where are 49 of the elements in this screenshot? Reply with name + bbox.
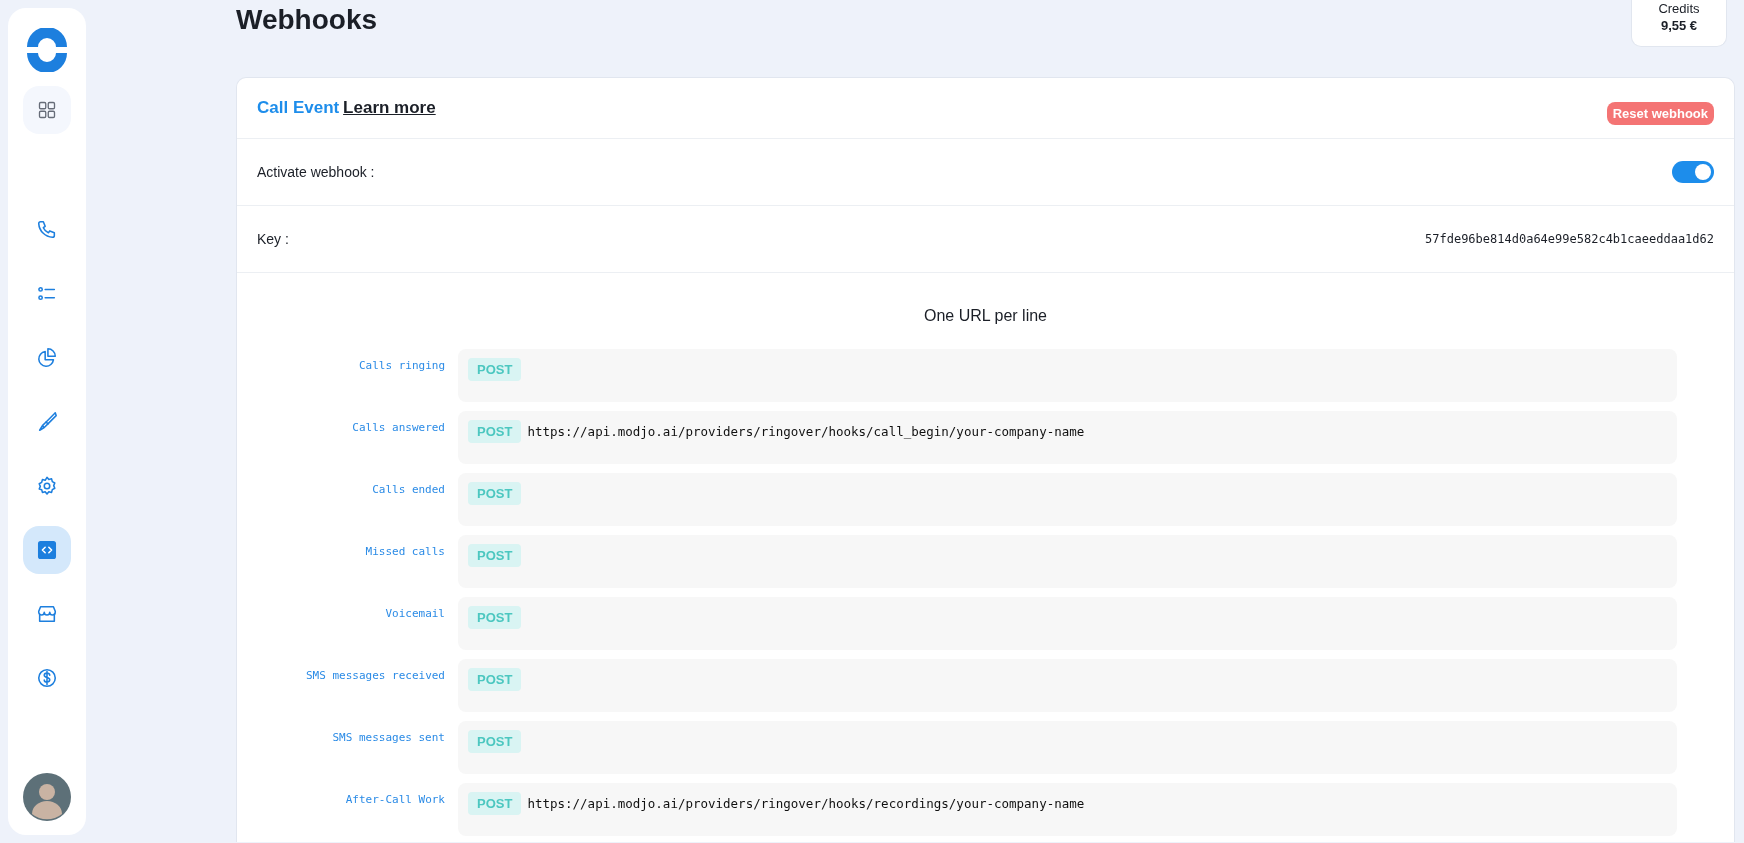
logo-icon[interactable] [25, 28, 69, 72]
url-field[interactable]: POST https://api.modjo.ai/providers/ringover/hooks/recordings/your-company-name [458, 783, 1677, 836]
event-label: SMS messages sent [331, 730, 446, 744]
grid-icon [37, 100, 57, 120]
code-icon [36, 539, 58, 561]
url-field[interactable]: POST https://api.modjo.ai/providers/ringover/hooks/call_begin/your-company-name [458, 411, 1677, 464]
dashboard-button[interactable] [23, 86, 71, 134]
url-input: https://api.modjo.ai/providers/ringover/hooks/call_begin/your-company-name [527, 420, 1667, 443]
key-value: 57fde96be814d0a64e99e582c4b1caeeddaa1d62 [1425, 232, 1714, 246]
method-tag: POST [468, 730, 522, 753]
page-title: Webhooks [236, 4, 378, 36]
avatar-icon[interactable] [23, 773, 71, 821]
sidebar-item[interactable] [23, 526, 71, 574]
phone-icon [36, 219, 58, 241]
url-field[interactable]: POST [458, 473, 1677, 526]
url-field[interactable]: POST [458, 349, 1677, 402]
store-icon [36, 603, 58, 625]
event-label: SMS messages received [304, 668, 446, 682]
url-input: https://api.modjo.ai/providers/ringover/hooks/recordings/your-company-name [527, 792, 1667, 815]
credits-label: Credits [1658, 0, 1700, 17]
method-tag: POST [468, 792, 522, 815]
credits-value: 9,55 € [1660, 17, 1698, 34]
settings-icon [36, 475, 58, 497]
url-field[interactable]: POST [458, 721, 1677, 774]
activate-toggle[interactable] [1672, 161, 1714, 183]
event-label: After-Call Work [344, 792, 446, 806]
learn-more-link[interactable]: Learn more [343, 98, 436, 117]
activate-label: Activate webhook : [257, 164, 375, 180]
dollar-icon [36, 667, 58, 689]
hint-text: One URL per line [923, 306, 1048, 326]
method-tag: POST [468, 606, 522, 629]
event-label: Calls answered [351, 420, 446, 434]
brush-icon [36, 411, 58, 433]
method-tag: POST [468, 482, 522, 505]
section-title: Call Event [257, 98, 340, 117]
method-tag: POST [468, 668, 522, 691]
method-tag: POST [468, 358, 522, 381]
event-label: Calls ended [371, 482, 446, 496]
event-label: Missed calls [364, 544, 446, 558]
url-field[interactable]: POST [458, 659, 1677, 712]
method-tag: POST [468, 544, 522, 567]
pie-chart-icon [36, 347, 58, 369]
url-field[interactable]: POST [458, 535, 1677, 588]
key-label: Key : [257, 231, 289, 247]
event-label: Voicemail [384, 606, 446, 620]
method-tag: POST [468, 420, 522, 443]
reset-webhook-button[interactable]: Reset webhook [1606, 101, 1714, 125]
url-field[interactable]: POST [458, 597, 1677, 650]
event-label: Calls ringing [357, 358, 446, 372]
